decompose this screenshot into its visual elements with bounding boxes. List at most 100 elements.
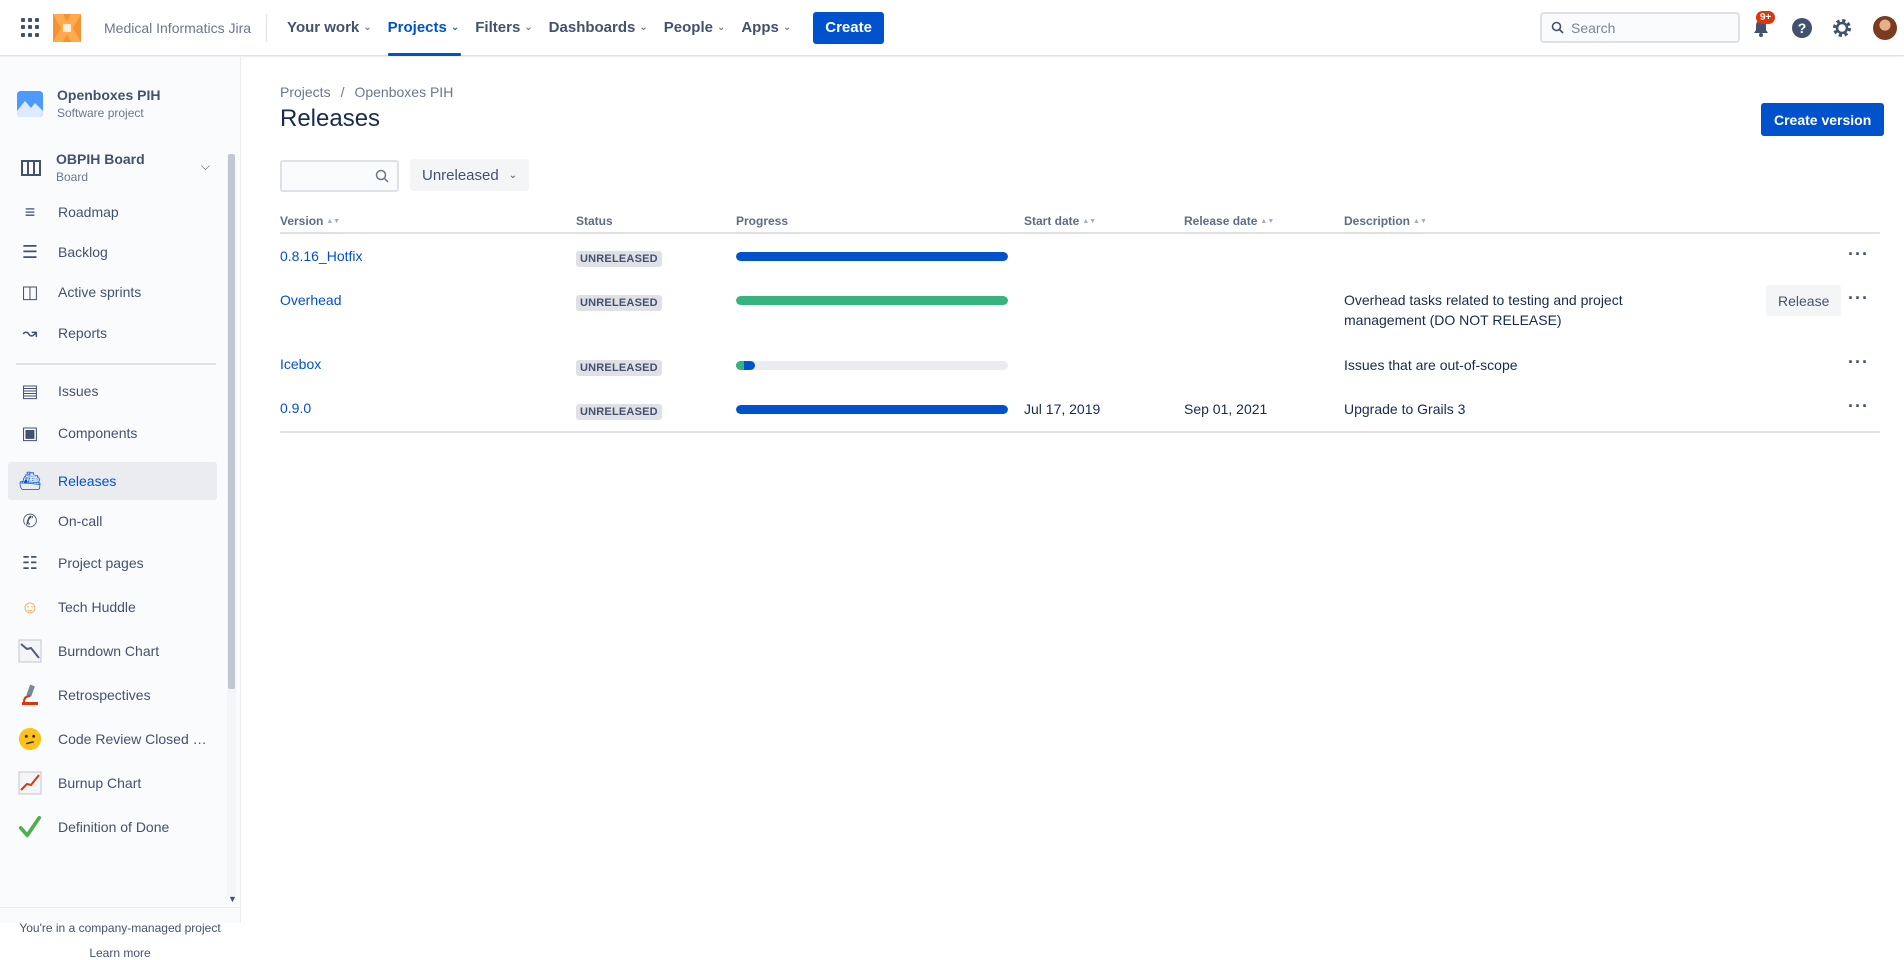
chart-up-emoji-icon	[18, 771, 42, 795]
search-icon	[1551, 21, 1564, 34]
scroll-down-arrow-icon[interactable]: ▼	[228, 894, 237, 904]
more-actions-icon[interactable]: ···	[1848, 396, 1869, 417]
sidebar-item-retrospectives[interactable]: Retrospectives	[8, 676, 217, 714]
board-subtitle: Board	[56, 170, 89, 184]
nav-label: People	[663, 19, 713, 36]
sidebar-footer-divider	[0, 907, 240, 908]
project-header[interactable]: Openboxes PIH Software project	[17, 87, 160, 120]
check-emoji-icon	[18, 815, 42, 839]
sidebar-item-label: Active sprints	[58, 284, 142, 300]
sidebar-item-definition-of-done[interactable]: Definition of Done	[8, 808, 217, 846]
progress-bar[interactable]	[736, 361, 1008, 370]
chevron-down-icon: ⌄	[450, 22, 460, 33]
create-version-button[interactable]: Create version	[1761, 103, 1885, 136]
nav-apps[interactable]: Apps ⌄	[733, 0, 799, 56]
sidebar-item-label: Code Review Closed …	[58, 731, 207, 747]
sidebar-item-roadmap[interactable]: ≡ Roadmap	[8, 193, 217, 231]
breadcrumb-project[interactable]: Openboxes PIH	[354, 84, 453, 100]
chevron-down-icon: ⌵	[200, 159, 210, 173]
scrollbar-thumb[interactable]	[228, 154, 235, 689]
site-name[interactable]: Medical Informatics Jira	[104, 20, 251, 36]
version-link[interactable]: Icebox	[280, 356, 321, 372]
sidebar-item-project-pages[interactable]: ☷ Project pages	[8, 544, 217, 582]
sidebar-item-label: Burnup Chart	[58, 775, 142, 791]
page-icon: ☷	[21, 552, 39, 573]
app-switcher-icon[interactable]	[21, 17, 41, 38]
company-managed-note: You're in a company-managed project	[19, 921, 221, 935]
more-actions-icon[interactable]: ···	[1848, 288, 1869, 309]
sidebar-item-issues[interactable]: ▤ Issues	[8, 372, 217, 410]
sidebar-item-active-sprints[interactable]: ◫ Active sprints	[8, 273, 217, 311]
nav-filters[interactable]: Filters ⌄	[467, 0, 540, 56]
column-start-date[interactable]: Start date ▲▼	[1024, 214, 1096, 228]
chevron-down-icon: ⌄	[508, 169, 518, 181]
nav-people[interactable]: People ⌄	[656, 0, 734, 56]
nav-label: Dashboards	[548, 19, 636, 36]
learn-more-link[interactable]: Learn more	[0, 946, 240, 960]
progress-bar[interactable]	[736, 405, 1008, 414]
search-icon	[375, 169, 389, 183]
column-label: Description	[1344, 214, 1411, 228]
sidebar-item-label: Issues	[58, 383, 99, 399]
release-button[interactable]: Release	[1766, 285, 1842, 316]
user-avatar[interactable]	[1873, 16, 1897, 40]
sidebar-item-releases[interactable]: ⛴ Releases	[8, 462, 217, 500]
phone-icon: ✆	[22, 510, 38, 531]
create-button[interactable]: Create	[813, 11, 884, 44]
sidebar-item-label: Burndown Chart	[58, 643, 160, 659]
version-link[interactable]: 0.9.0	[280, 400, 311, 416]
version-link[interactable]: Overhead	[280, 292, 341, 308]
column-description[interactable]: Description ▲▼	[1344, 214, 1427, 228]
search-placeholder: Search	[1571, 19, 1616, 36]
progress-bar[interactable]	[736, 296, 1008, 305]
status-filter-value: Unreleased	[422, 166, 499, 184]
sidebar-scrollbar[interactable]	[227, 154, 236, 897]
sidebar-item-label: Components	[58, 425, 138, 441]
project-sidebar: Openboxes PIH Software project OBPIH Boa…	[0, 57, 241, 960]
version-description: Issues that are out-of-scope	[1344, 357, 1518, 373]
column-label: Progress	[736, 214, 789, 228]
sidebar-item-components[interactable]: ▣ Components	[8, 414, 217, 452]
sidebar-item-tech-huddle[interactable]: ☺ Tech Huddle	[8, 588, 217, 626]
more-actions-icon[interactable]: ···	[1848, 352, 1869, 373]
sidebar-item-label: Roadmap	[58, 204, 119, 220]
chart-down-emoji-icon	[18, 639, 42, 663]
sort-icon: ▲▼	[1260, 217, 1275, 225]
nav-your-work[interactable]: Your work ⌄	[279, 0, 380, 56]
sort-icon: ▲▼	[1413, 217, 1427, 225]
sidebar-item-code-review[interactable]: Code Review Closed …	[8, 720, 217, 758]
notification-badge: 9+	[1756, 11, 1776, 24]
sidebar-divider	[16, 363, 216, 365]
breadcrumb-projects[interactable]: Projects	[280, 84, 331, 100]
search-input[interactable]: Search	[1540, 12, 1740, 43]
nav-label: Filters	[475, 19, 521, 36]
settings-gear-icon[interactable]	[1831, 17, 1853, 39]
board-selector[interactable]: OBPIH Board Board ⌵	[20, 151, 210, 184]
microscope-emoji-icon	[18, 683, 42, 707]
sidebar-item-backlog[interactable]: ☰ Backlog	[8, 233, 217, 271]
version-filter-input[interactable]	[280, 160, 399, 192]
nav-projects[interactable]: Projects ⌄	[380, 0, 468, 56]
board-icon	[21, 159, 41, 176]
sidebar-item-burndown-chart[interactable]: Burndown Chart	[8, 632, 217, 670]
sidebar-item-label: Definition of Done	[58, 819, 170, 835]
sidebar-item-reports[interactable]: ↝ Reports	[8, 314, 217, 352]
column-version[interactable]: Version ▲▼	[280, 214, 340, 228]
progress-fill	[736, 296, 1008, 305]
nav-dashboards[interactable]: Dashboards ⌄	[541, 0, 656, 56]
help-icon[interactable]: ?	[1791, 17, 1813, 39]
column-release-date[interactable]: Release date ▲▼	[1184, 214, 1274, 228]
sidebar-item-on-call[interactable]: ✆ On-call	[8, 502, 217, 540]
chevron-down-icon: ⌄	[716, 22, 726, 33]
jira-logo[interactable]	[51, 12, 83, 44]
issues-icon: ▤	[21, 380, 39, 401]
more-actions-icon[interactable]: ···	[1848, 244, 1869, 265]
backlog-icon: ☰	[21, 241, 39, 262]
sidebar-item-burnup-chart[interactable]: Burnup Chart	[8, 764, 217, 802]
progress-bar[interactable]	[736, 252, 1008, 261]
svg-text:?: ?	[1798, 20, 1807, 36]
status-filter-dropdown[interactable]: Unreleased ⌄	[410, 159, 530, 191]
table-bottom-divider	[280, 431, 1880, 433]
sidebar-item-label: Project pages	[58, 555, 144, 571]
version-link[interactable]: 0.8.16_Hotfix	[280, 248, 363, 264]
